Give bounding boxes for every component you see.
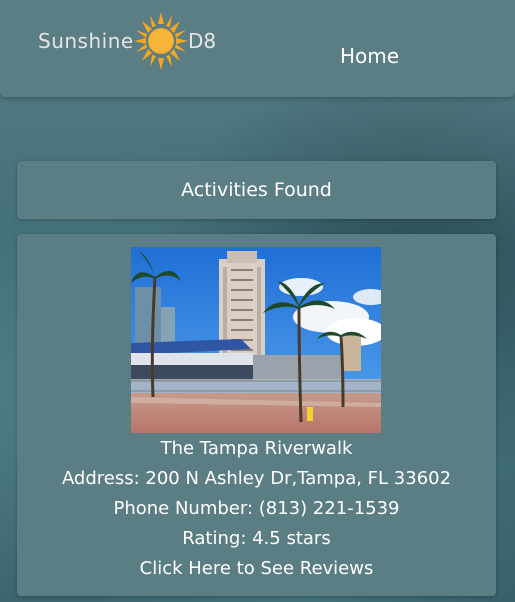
activity-name: The Tampa Riverwalk bbox=[160, 438, 353, 459]
results-heading-panel: Activities Found bbox=[17, 161, 496, 219]
results-heading: Activities Found bbox=[181, 179, 332, 201]
logo-text-sunshine: Sunshine bbox=[38, 29, 134, 53]
activity-rating: Rating: 4.5 stars bbox=[182, 528, 331, 549]
logo-text-d8: D8 bbox=[188, 29, 217, 53]
activity-phone: Phone Number: (813) 221-1539 bbox=[113, 498, 400, 519]
activity-photo bbox=[131, 247, 381, 433]
navbar: Sunshine D8 Home bbox=[0, 0, 515, 97]
logo[interactable]: Sunshine D8 bbox=[38, 12, 218, 72]
nav-home-link[interactable]: Home bbox=[340, 44, 399, 68]
activity-card: The Tampa Riverwalk Address: 200 N Ashle… bbox=[17, 234, 496, 596]
see-reviews-link[interactable]: Click Here to See Reviews bbox=[17, 558, 496, 579]
sun-icon bbox=[134, 12, 188, 70]
activity-address: Address: 200 N Ashley Dr,Tampa, FL 33602 bbox=[61, 468, 452, 489]
